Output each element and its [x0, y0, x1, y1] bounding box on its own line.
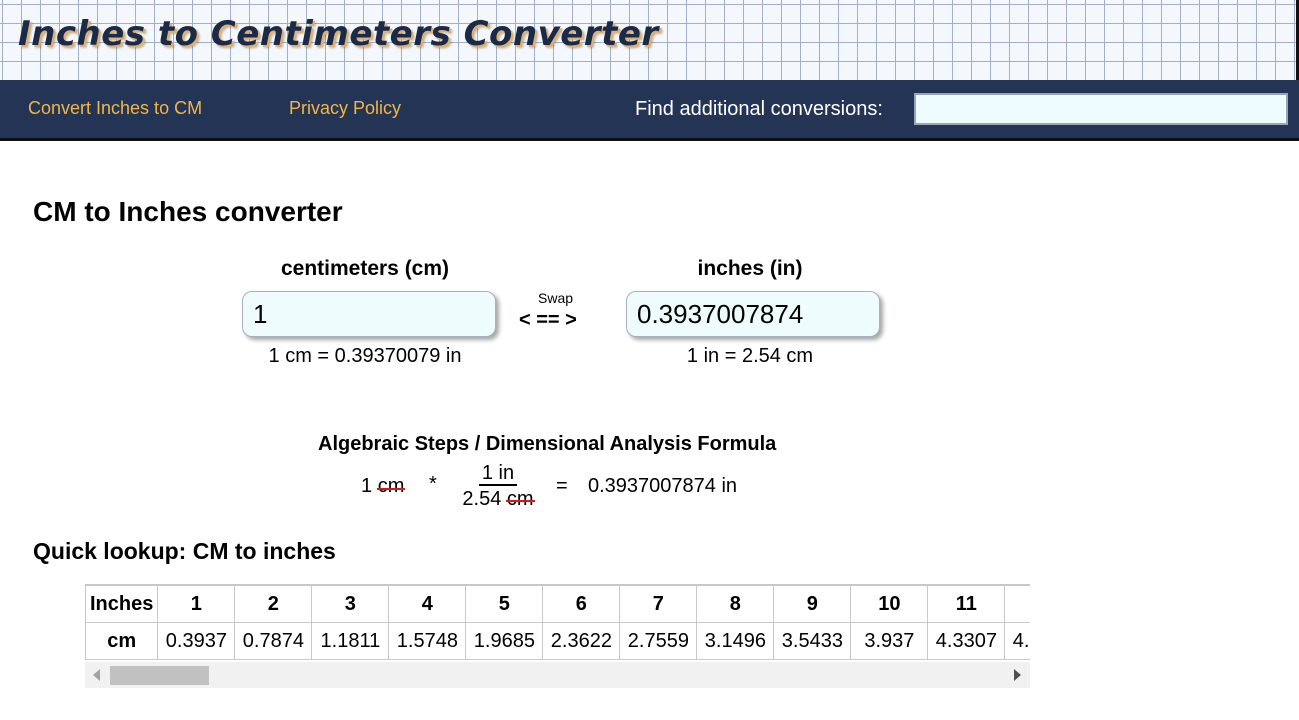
find-conversions-input[interactable] [914, 93, 1288, 125]
denominator-value: 2.54 [462, 488, 502, 510]
lookup-cell-inches: 1 [157, 585, 236, 623]
lookup-table-container: Inches 123456789101112 cm 0.39370.78741.… [85, 584, 1030, 662]
lookup-cell-inches: 12 [1004, 585, 1030, 623]
scroll-right-arrow-icon[interactable] [1014, 669, 1021, 681]
lookup-cell-cm: 1.5748 [388, 622, 467, 660]
site-title: Inches to Centimeters Converter [18, 14, 659, 54]
algebra-operator: * [429, 473, 437, 495]
lookup-cell-cm: 3.937 [850, 622, 929, 660]
algebra-lhs-value: 1 [361, 475, 373, 497]
lookup-cell-cm: 4.3307 [927, 622, 1006, 660]
lookup-row-inches: Inches 123456789101112 [85, 585, 1030, 623]
algebra-fraction: 1 in 2.54 cm [455, 462, 541, 512]
fraction-denominator: 2.54 cm [455, 486, 541, 512]
algebra-lhs-unit-cancelled: cm [376, 475, 406, 497]
cm-label: centimeters (cm) [280, 257, 450, 280]
find-conversions-label: Find additional conversions: [635, 98, 883, 120]
denominator-unit-cancelled: cm [505, 488, 535, 510]
table-scrollbar[interactable] [85, 662, 1030, 688]
swap-button[interactable]: < == > [519, 309, 577, 332]
lookup-cell-inches: 9 [773, 585, 852, 623]
cm-factor: 1 cm = 0.39370079 in [268, 345, 462, 367]
lookup-cell-cm: 1.1811 [311, 622, 390, 660]
algebra-equals: = [556, 475, 568, 497]
algebra-result: 0.3937007874 in [588, 475, 738, 497]
algebra-title: Algebraic Steps / Dimensional Analysis F… [318, 433, 777, 455]
lookup-title: Quick lookup: CM to inches [33, 538, 336, 564]
lookup-cell-cm: 4.7244 [1004, 622, 1030, 660]
lookup-cell-cm: 0.3937 [157, 622, 236, 660]
lookup-cell-inches: 6 [542, 585, 621, 623]
lookup-cell-inches: 10 [850, 585, 929, 623]
row-header-inches: Inches [85, 585, 159, 623]
lookup-cell-inches: 8 [696, 585, 775, 623]
lookup-cell-inches: 7 [619, 585, 698, 623]
lookup-cell-cm: 3.5433 [773, 622, 852, 660]
site-banner: Inches to Centimeters Converter [0, 0, 1299, 81]
lookup-cell-cm: 2.7559 [619, 622, 698, 660]
lookup-cell-cm: 3.1496 [696, 622, 775, 660]
lookup-cell-inches: 4 [388, 585, 467, 623]
scrollbar-thumb[interactable] [110, 666, 209, 685]
inches-label: inches (in) [697, 257, 803, 280]
fraction-numerator: 1 in [479, 462, 517, 486]
lookup-cell-cm: 1.9685 [465, 622, 544, 660]
cm-input[interactable] [242, 291, 496, 337]
lookup-cell-inches: 2 [234, 585, 313, 623]
nav-link-privacy-policy[interactable]: Privacy Policy [289, 98, 401, 119]
page-title: CM to Inches converter [33, 196, 343, 227]
lookup-cell-inches: 11 [927, 585, 1006, 623]
algebra-lhs: 1 cm [361, 475, 406, 498]
swap-label: Swap [538, 290, 574, 306]
lookup-row-cm: cm 0.3937 0.7874 1.1811 1.5748 1.9685 2.3622 2… [85, 622, 1030, 660]
lookup-cell-cm: 0.7874 [234, 622, 313, 660]
scroll-left-arrow-icon[interactable] [93, 669, 100, 681]
row-header-cm: cm [85, 622, 159, 660]
nav-link-convert-inches[interactable]: Convert Inches to CM [28, 98, 202, 119]
lookup-table: Inches 123456789101112 cm 0.39370.78741.… [85, 585, 1030, 660]
inches-factor: 1 in = 2.54 cm [686, 345, 814, 367]
inches-input[interactable] [626, 291, 880, 337]
lookup-cell-inches: 5 [465, 585, 544, 623]
lookup-cell-inches: 3 [311, 585, 390, 623]
lookup-cell-cm: 2.3622 [542, 622, 621, 660]
nav-bar: Convert Inches to CM Privacy Policy Find… [0, 80, 1299, 141]
